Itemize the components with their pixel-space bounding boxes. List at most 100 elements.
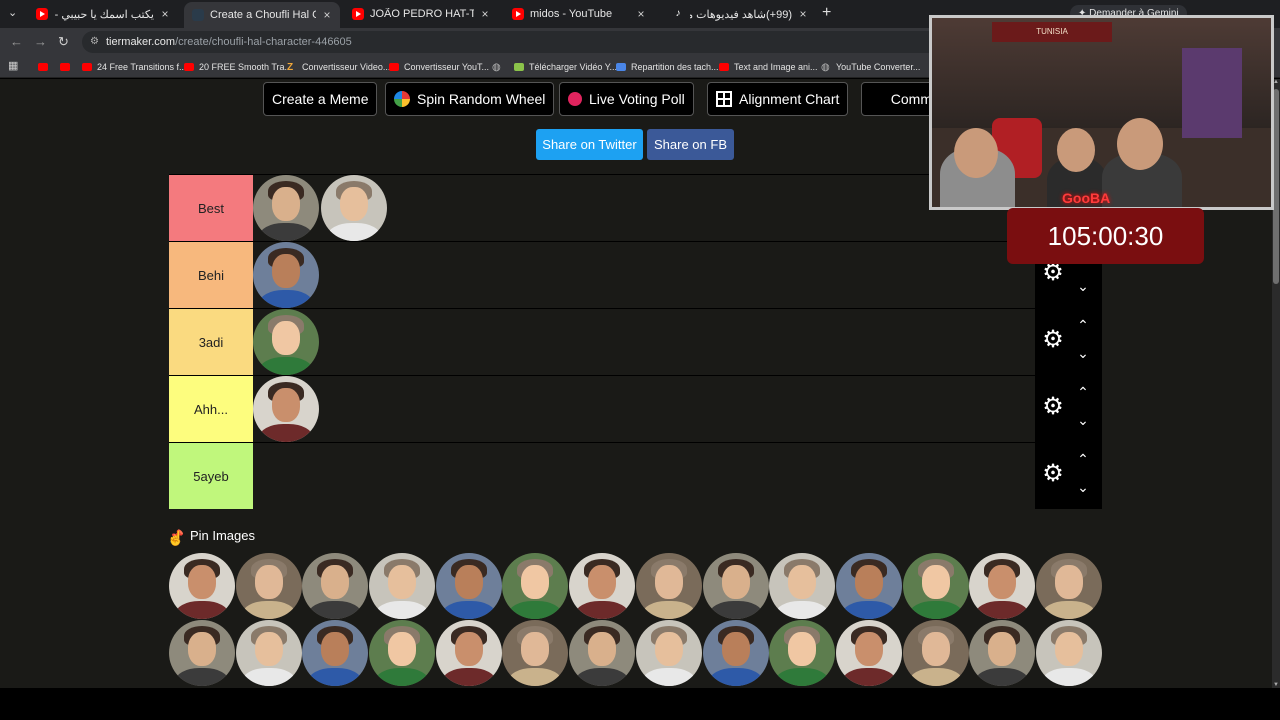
site-info-icon[interactable]: ⚙ bbox=[90, 31, 99, 53]
close-icon[interactable]: × bbox=[634, 7, 648, 21]
tab-fairouz[interactable]: يكتب اسمك يا حبيبي - فيروز | ube × bbox=[28, 3, 178, 25]
character-image[interactable] bbox=[253, 376, 319, 442]
character-face bbox=[272, 388, 300, 422]
create-meme-button[interactable]: Create a Meme bbox=[263, 82, 378, 116]
youtube-icon bbox=[389, 63, 399, 71]
character-image[interactable] bbox=[502, 553, 569, 619]
character-image[interactable] bbox=[169, 553, 235, 619]
tier-items[interactable] bbox=[253, 242, 319, 308]
close-icon[interactable]: × bbox=[320, 8, 334, 22]
stream-timer: 105:00:30 bbox=[1007, 208, 1204, 264]
gear-icon[interactable]: ⚙ bbox=[1040, 327, 1066, 353]
new-tab-icon[interactable]: + bbox=[822, 4, 831, 22]
close-icon[interactable]: × bbox=[478, 7, 492, 21]
url-bar[interactable]: ⚙ tiermaker.com/create/choufli-hal-chara… bbox=[82, 31, 942, 53]
tier-items[interactable] bbox=[253, 309, 319, 375]
move-down-icon[interactable]: ⌄ bbox=[1073, 345, 1093, 362]
character-image[interactable] bbox=[635, 620, 702, 686]
close-icon[interactable]: × bbox=[158, 7, 172, 21]
character-image[interactable] bbox=[253, 242, 319, 308]
back-icon[interactable]: ← bbox=[10, 34, 23, 49]
tier-label[interactable]: 5ayeb bbox=[169, 443, 253, 509]
character-face bbox=[388, 632, 417, 666]
bookmark-item[interactable]: 24 Free Transitions f... bbox=[82, 60, 187, 74]
character-image[interactable] bbox=[1035, 620, 1102, 686]
bookmark-item[interactable]: Z Convertisseur Video... bbox=[287, 60, 390, 74]
character-image[interactable] bbox=[235, 620, 302, 686]
bookmark-youtube-2[interactable] bbox=[60, 60, 75, 74]
character-image[interactable] bbox=[253, 175, 319, 241]
character-image[interactable] bbox=[253, 309, 319, 375]
character-image[interactable] bbox=[769, 620, 836, 686]
character-image[interactable] bbox=[702, 553, 769, 619]
bookmark-globe[interactable]: ◍ bbox=[492, 60, 507, 74]
tier-row: 5ayeb ⚙ ⌃ ⌄ bbox=[169, 442, 1102, 509]
tier-label[interactable]: Best bbox=[169, 175, 253, 241]
character-image[interactable] bbox=[435, 620, 502, 686]
tab-midos[interactable]: midos - YouTube × bbox=[504, 3, 654, 25]
character-image[interactable] bbox=[902, 553, 969, 619]
character-image[interactable] bbox=[569, 620, 636, 686]
apps-grid-icon[interactable]: ▦ bbox=[8, 59, 18, 72]
character-image[interactable] bbox=[835, 620, 902, 686]
character-image[interactable] bbox=[321, 175, 387, 241]
character-image[interactable] bbox=[235, 553, 302, 619]
character-image[interactable] bbox=[369, 620, 436, 686]
close-icon[interactable]: × bbox=[796, 7, 810, 21]
character-image[interactable] bbox=[635, 553, 702, 619]
character-body bbox=[241, 668, 296, 686]
share-twitter-button[interactable]: Share on Twitter bbox=[536, 129, 643, 160]
bookmark-youtube-1[interactable] bbox=[38, 60, 53, 74]
character-face bbox=[340, 187, 368, 221]
character-image[interactable] bbox=[569, 553, 636, 619]
character-body bbox=[259, 223, 313, 241]
gear-icon[interactable]: ⚙ bbox=[1040, 461, 1066, 487]
character-image[interactable] bbox=[769, 553, 836, 619]
move-down-icon[interactable]: ⌄ bbox=[1073, 278, 1093, 295]
character-image[interactable] bbox=[702, 620, 769, 686]
tier-label[interactable]: Ahh... bbox=[169, 376, 253, 442]
tab-search-icon[interactable]: ⌄ bbox=[8, 6, 17, 19]
bookmark-item[interactable]: 20 FREE Smooth Tra... bbox=[184, 60, 292, 74]
character-image[interactable] bbox=[302, 620, 369, 686]
tier-label[interactable]: Behi bbox=[169, 242, 253, 308]
character-image[interactable] bbox=[1035, 553, 1102, 619]
character-body bbox=[1041, 601, 1096, 619]
move-down-icon[interactable]: ⌄ bbox=[1073, 479, 1093, 496]
bookmark-item[interactable]: Télécharger Vidéo Y... bbox=[514, 60, 617, 74]
bookmark-item[interactable]: Repartition des tach... bbox=[616, 60, 719, 74]
tier-items[interactable] bbox=[253, 175, 387, 241]
tier-label[interactable]: 3adi bbox=[169, 309, 253, 375]
move-up-icon[interactable]: ⌃ bbox=[1073, 384, 1093, 401]
character-image[interactable] bbox=[302, 553, 369, 619]
character-image[interactable] bbox=[369, 553, 436, 619]
bookmark-item[interactable]: ◍ YouTube Converter... bbox=[821, 60, 920, 74]
character-image[interactable] bbox=[969, 553, 1036, 619]
tab-title: midos - YouTube bbox=[530, 8, 613, 20]
reload-icon[interactable]: ↻ bbox=[58, 34, 69, 50]
tab-tiermaker[interactable]: Create a Choufli Hal Character T × bbox=[184, 2, 340, 28]
forward-icon[interactable]: → bbox=[34, 34, 47, 49]
live-poll-button[interactable]: Live Voting Poll bbox=[559, 82, 694, 116]
share-fb-button[interactable]: Share on FB bbox=[647, 129, 734, 160]
character-image[interactable] bbox=[902, 620, 969, 686]
move-up-icon[interactable]: ⌃ bbox=[1073, 317, 1093, 334]
spin-wheel-button[interactable]: Spin Random Wheel bbox=[385, 82, 555, 116]
bookmark-item[interactable]: Convertisseur YouT... bbox=[389, 60, 489, 74]
bookmark-item[interactable]: Text and Image ani... bbox=[719, 60, 818, 74]
move-down-icon[interactable]: ⌄ bbox=[1073, 412, 1093, 429]
tier-items[interactable] bbox=[253, 376, 319, 442]
character-image[interactable] bbox=[835, 553, 902, 619]
character-image[interactable] bbox=[435, 553, 502, 619]
character-face bbox=[788, 632, 817, 666]
character-image[interactable] bbox=[169, 620, 235, 686]
character-image[interactable] bbox=[502, 620, 569, 686]
gear-icon[interactable]: ⚙ bbox=[1040, 394, 1066, 420]
tab-joao-pedro[interactable]: JOÃO PEDRO HAT-TRICK! | Che × bbox=[344, 3, 498, 25]
alignment-chart-button[interactable]: Alignment Chart bbox=[707, 82, 849, 116]
scroll-down-icon[interactable]: ▼ bbox=[1272, 682, 1280, 688]
move-up-icon[interactable]: ⌃ bbox=[1073, 451, 1093, 468]
character-image[interactable] bbox=[969, 620, 1036, 686]
live-poll-label: Live Voting Poll bbox=[589, 91, 685, 107]
tab-tiktok[interactable]: ♪ (99+)شاهد فيديوهات متصدرة | × bbox=[664, 3, 816, 25]
